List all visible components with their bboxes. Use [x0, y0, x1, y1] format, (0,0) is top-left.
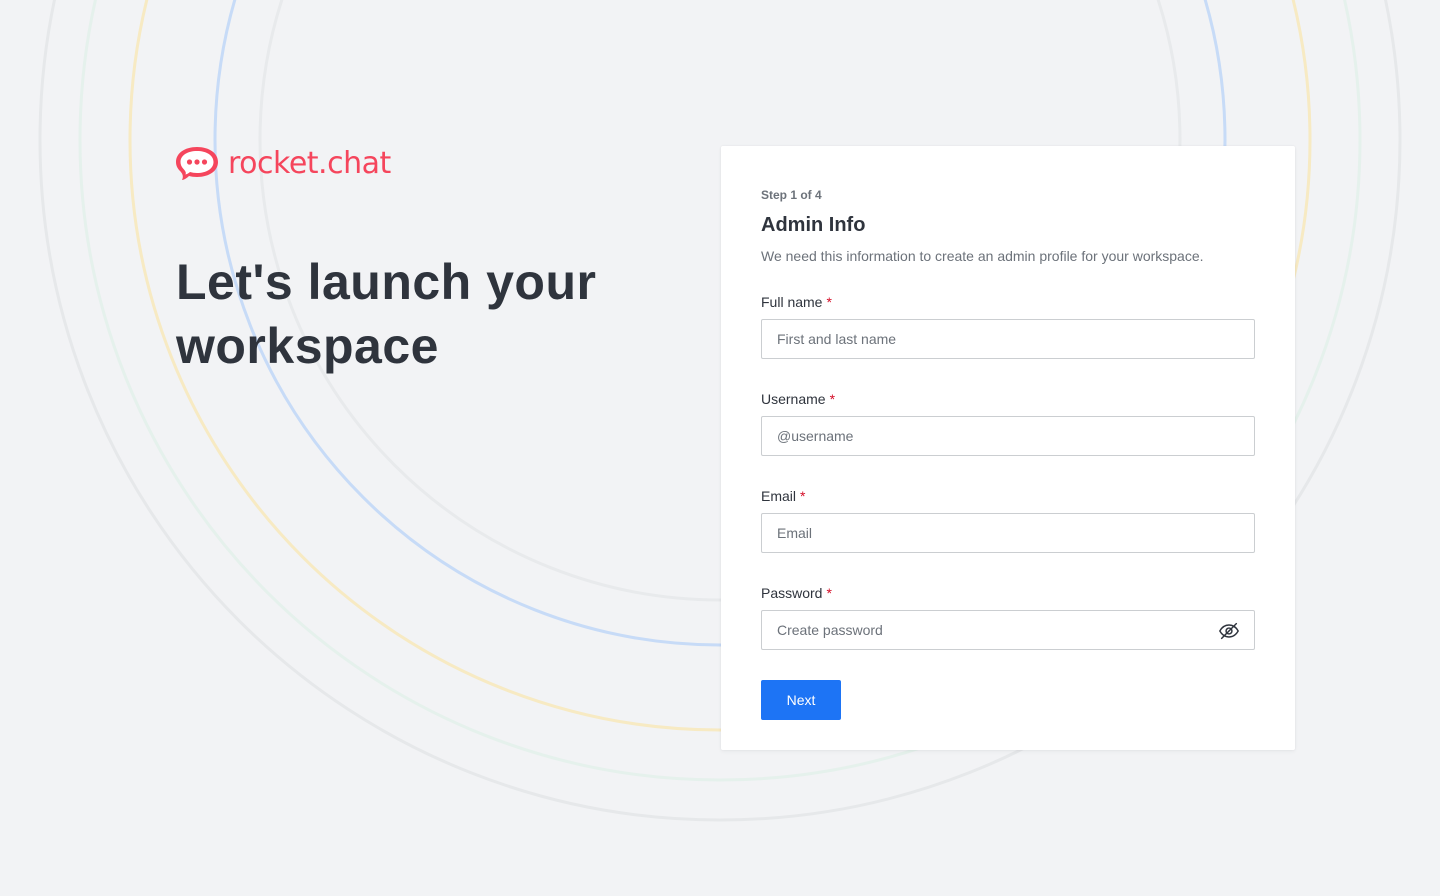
full-name-input-wrapper — [761, 319, 1255, 359]
username-field: Username * — [761, 389, 1255, 456]
required-mark: * — [800, 488, 806, 504]
email-input[interactable] — [762, 514, 1254, 552]
form-subtitle: We need this information to create an ad… — [761, 248, 1204, 264]
admin-info-form-card: Step 1 of 4 Admin Info We need this info… — [721, 146, 1295, 750]
step-indicator: Step 1 of 4 — [761, 188, 822, 202]
email-field: Email * — [761, 486, 1255, 553]
logo-text: rocket.chat — [228, 146, 391, 181]
username-label: Username * — [761, 391, 836, 407]
full-name-field: Full name * — [761, 292, 1255, 359]
username-input-wrapper — [761, 416, 1255, 456]
next-button[interactable]: Next — [761, 680, 841, 720]
eye-off-icon[interactable] — [1218, 620, 1240, 642]
required-mark: * — [826, 585, 832, 601]
rocket-chat-logo: rocket.chat — [176, 144, 391, 184]
password-input[interactable] — [762, 611, 1254, 649]
username-input[interactable] — [762, 417, 1254, 455]
full-name-label: Full name * — [761, 294, 832, 310]
required-mark: * — [826, 294, 832, 310]
page-headline: Let's launch your workspace — [176, 254, 597, 374]
full-name-input[interactable] — [762, 320, 1254, 358]
email-input-wrapper — [761, 513, 1255, 553]
email-label: Email * — [761, 488, 806, 504]
required-mark: * — [829, 391, 836, 407]
password-input-wrapper — [761, 610, 1255, 650]
password-label: Password * — [761, 585, 832, 601]
password-field: Password * — [761, 583, 1255, 650]
rocket-chat-bubble-icon — [176, 147, 218, 180]
form-title: Admin Info — [761, 214, 866, 236]
